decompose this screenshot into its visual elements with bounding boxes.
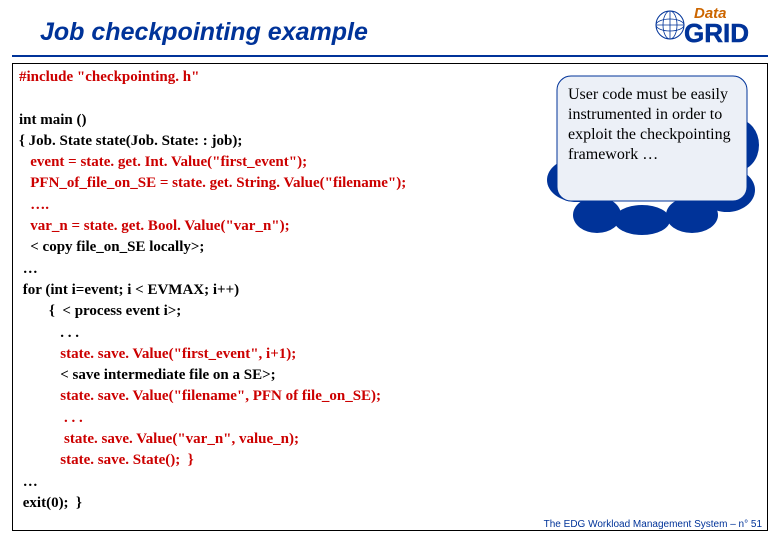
code-line: for (int i=event; i < EVMAX; i++) <box>19 282 239 298</box>
code-line: …. <box>19 197 49 213</box>
code-line: state. save. State(); } <box>19 452 194 468</box>
code-line: int main () <box>19 112 87 128</box>
callout-bubble: User code must be easily instrumented in… <box>542 70 760 235</box>
slide-title: Job checkpointing example <box>40 18 368 47</box>
code-line: < save intermediate file on a SE>; <box>19 367 276 383</box>
code-line: var_n = state. get. Bool. Value("var_n")… <box>19 218 290 234</box>
code-line: . . . <box>19 410 83 426</box>
title-underline <box>12 55 768 57</box>
logo-grid-text: GRID <box>684 18 749 46</box>
code-line: . . . <box>19 325 79 341</box>
code-line: #include "checkpointing. h" <box>19 69 199 85</box>
callout-text: User code must be easily instrumented in… <box>568 85 743 165</box>
code-line: state. save. Value("first_event", i+1); <box>19 346 296 362</box>
code-line: PFN_of_file_on_SE = state. get. String. … <box>19 175 406 191</box>
code-line: { Job. State state(Job. State: : job); <box>19 133 242 149</box>
code-line: state. save. Value("var_n", value_n); <box>19 431 299 447</box>
datagrid-logo: Data GRID <box>654 4 762 46</box>
logo-globe-icon <box>656 11 684 39</box>
slide-footer: The EDG Workload Management System – n° … <box>544 519 762 530</box>
code-line: event = state. get. Int. Value("first_ev… <box>19 154 307 170</box>
code-line: state. save. Value("filename", PFN of fi… <box>19 388 381 404</box>
code-line: { < process event i>; <box>19 303 181 319</box>
code-line: exit(0); } <box>19 495 82 511</box>
code-line: … <box>19 474 38 490</box>
code-line: < copy file_on_SE locally>; <box>19 239 204 255</box>
code-line: … <box>19 261 38 277</box>
